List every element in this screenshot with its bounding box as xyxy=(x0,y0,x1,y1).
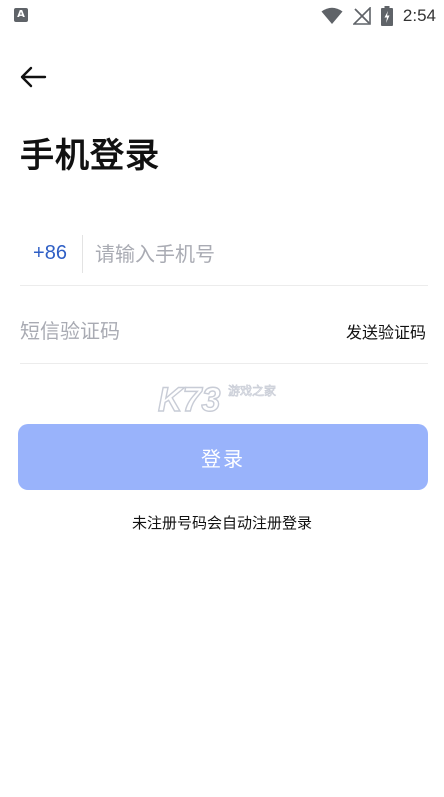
battery-charging-icon xyxy=(380,6,393,26)
k73-watermark-logo: K73 游戏之家 xyxy=(157,380,276,418)
svg-text:K73: K73 xyxy=(158,381,220,418)
code-row: 发送验证码 xyxy=(20,298,428,364)
country-code-selector[interactable]: +86 xyxy=(20,242,80,265)
page-title: 手机登录 xyxy=(20,136,160,176)
arrow-left-icon xyxy=(20,66,47,88)
auto-register-hint: 未注册号码会自动注册登录 xyxy=(131,514,312,532)
phone-row: +86 xyxy=(20,222,428,286)
status-bar: A 2:54 xyxy=(0,0,444,32)
login-button[interactable]: 登录 xyxy=(18,424,428,490)
svg-text:游戏之家: 游戏之家 xyxy=(228,383,276,398)
back-button[interactable] xyxy=(18,62,52,92)
signal-off-icon xyxy=(352,7,371,25)
wifi-icon xyxy=(321,7,343,24)
phone-input[interactable] xyxy=(95,241,428,266)
app-notification-icon: A xyxy=(14,8,28,22)
sms-code-input[interactable] xyxy=(20,318,260,343)
send-code-button[interactable]: 发送验证码 xyxy=(346,319,426,343)
login-screen: A 2:54 手机登录 +86 发送验证码 xyxy=(0,0,444,797)
status-icons: 2:54 xyxy=(321,4,436,28)
divider xyxy=(82,234,83,273)
clock: 2:54 xyxy=(402,6,436,25)
